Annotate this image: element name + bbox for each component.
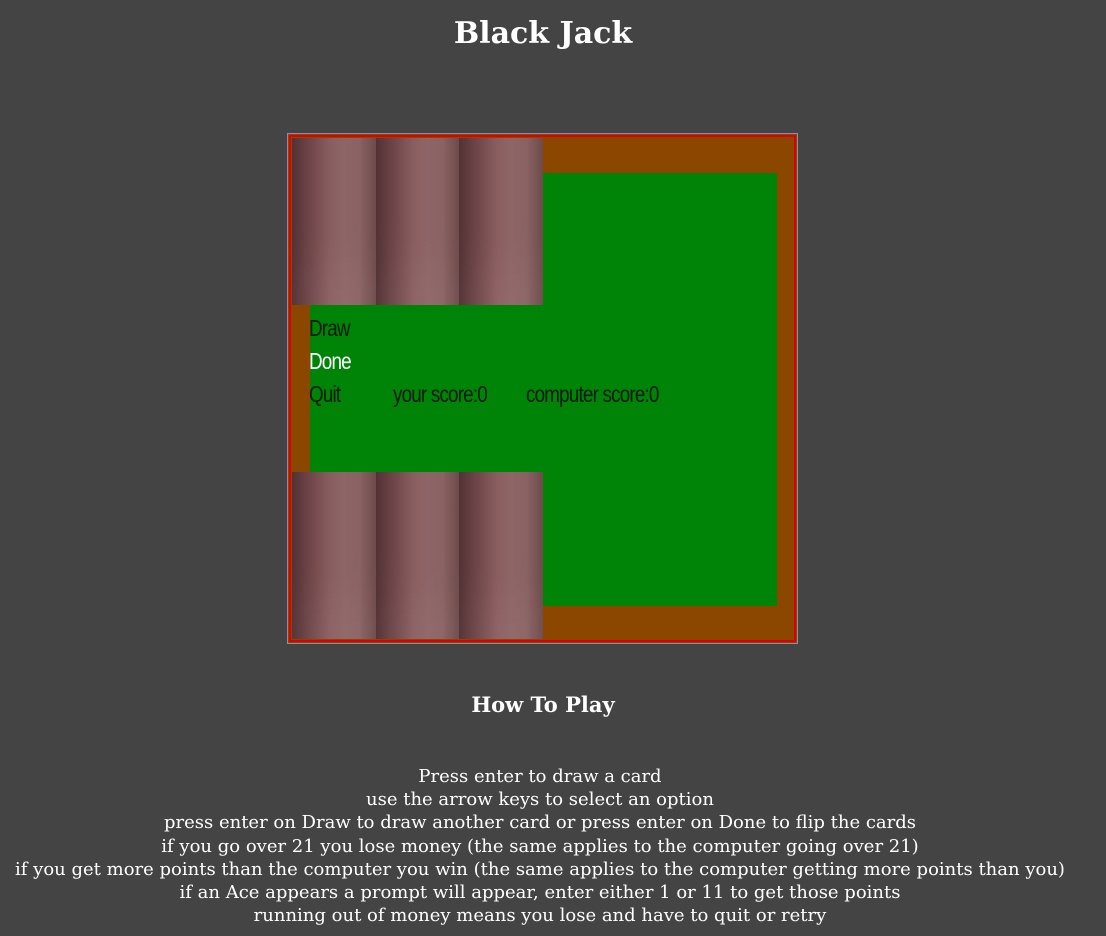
how-to-play-heading: How To Play	[471, 692, 615, 717]
instructions: Press enter to draw a card use the arrow…	[0, 765, 1080, 927]
player-hand	[292, 472, 543, 639]
page-title: Black Jack	[453, 16, 633, 51]
game-canvas[interactable]: Draw Done Quit your score:0 computer sco…	[287, 133, 798, 644]
instruction-line: press enter on Draw to draw another card…	[163, 812, 917, 834]
instruction-line: if you get more points than the computer…	[15, 858, 1065, 880]
instruction-line: if an Ace appears a prompt will appear, …	[179, 882, 901, 904]
computer-hand	[292, 138, 543, 305]
card-back	[375, 138, 460, 305]
quit-option[interactable]: Quit	[309, 378, 351, 411]
instruction-line: Press enter to draw a card	[418, 766, 662, 787]
instruction-line: if you go over 21 you lose money (the sa…	[161, 835, 919, 857]
instruction-line: running out of money means you lose and …	[253, 905, 827, 927]
card-back	[292, 138, 376, 305]
action-menu: Draw Done Quit	[309, 312, 352, 411]
card-back	[292, 472, 376, 639]
card-back	[375, 472, 460, 639]
computer-score: computer score:0	[526, 381, 659, 407]
card-back	[459, 472, 543, 639]
draw-option[interactable]: Draw	[309, 312, 351, 345]
instruction-line: use the arrow keys to select an option	[366, 789, 714, 811]
player-score: your score:0	[393, 381, 488, 407]
card-back	[459, 138, 543, 305]
done-option[interactable]: Done	[309, 345, 352, 378]
